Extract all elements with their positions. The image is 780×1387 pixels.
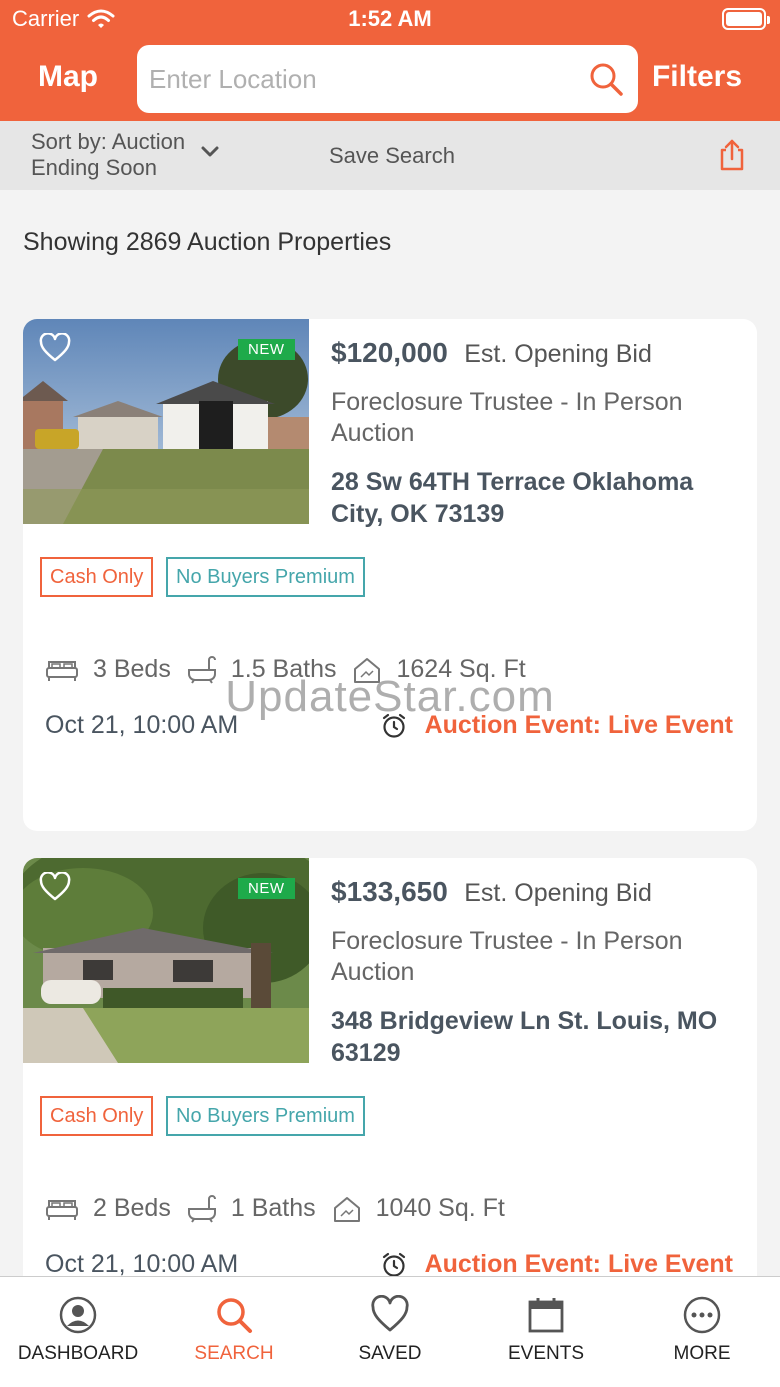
baths-spec: 1 Baths <box>187 1194 316 1223</box>
more-icon <box>683 1296 721 1334</box>
price-row: $133,650 Est. Opening Bid <box>331 876 652 908</box>
sqft-value: 1040 Sq. Ft <box>375 1194 505 1222</box>
map-button[interactable]: Map <box>38 60 98 94</box>
auction-event-label[interactable]: Auction Event: Live Event <box>425 711 733 740</box>
baths-value: 1.5 Baths <box>230 655 337 683</box>
baths-spec: 1.5 Baths <box>187 655 337 684</box>
tab-label: SEARCH <box>194 1343 274 1364</box>
tab-label: SAVED <box>358 1343 422 1364</box>
new-badge: NEW <box>238 878 295 899</box>
tab-label: MORE <box>673 1343 731 1364</box>
share-icon[interactable] <box>718 139 746 171</box>
house-area-icon <box>333 1196 360 1222</box>
results-count: Showing 2869 Auction Properties <box>23 228 392 256</box>
header-bar: Carrier 1:52 AM Map Filters <box>0 0 780 121</box>
beds-spec: 2 Beds <box>45 1194 171 1223</box>
user-circle-icon <box>59 1296 97 1334</box>
app-screen: Carrier 1:52 AM Map Filters Sort by: Auc… <box>0 0 780 1387</box>
search-icon <box>217 1298 252 1333</box>
alarm-clock-icon <box>382 713 405 738</box>
new-badge: NEW <box>238 339 295 360</box>
heart-icon[interactable] <box>39 333 71 363</box>
bed-icon <box>46 1199 78 1220</box>
property-specs: 3 Beds 1.5 Baths 1624 Sq. Ft <box>45 655 542 684</box>
auction-date: Oct 21, 10:00 AM <box>45 711 239 739</box>
calendar-icon <box>528 1298 564 1333</box>
tag-no-buyers-premium: No Buyers Premium <box>166 1096 365 1136</box>
battery-icon <box>722 8 770 30</box>
location-search-box[interactable] <box>137 45 638 113</box>
beds-value: 3 Beds <box>93 655 171 683</box>
auction-event[interactable]: Auction Event: Live Event <box>381 1250 733 1279</box>
status-time: 1:52 AM <box>348 6 432 31</box>
price: $120,000 <box>331 337 448 368</box>
tag-cash-only: Cash Only <box>40 1096 154 1136</box>
auction-type: Foreclosure Trustee - In Person Auction <box>331 927 683 986</box>
price-label: Est. Opening Bid <box>464 879 652 907</box>
tab-dashboard[interactable]: DASHBOARD <box>0 1277 156 1387</box>
auction-date: Oct 21, 10:00 AM <box>45 1250 239 1278</box>
sort-bar: Sort by: Auction Ending Soon Save Search <box>0 121 780 190</box>
price-row: $120,000 Est. Opening Bid <box>331 337 652 369</box>
search-icon[interactable] <box>588 61 624 97</box>
property-photo[interactable]: NEW <box>23 319 309 524</box>
price: $133,650 <box>331 876 448 907</box>
bathtub-icon <box>187 655 216 684</box>
chevron-down-icon[interactable] <box>200 145 220 159</box>
property-address: 28 Sw 64TH Terrace Oklahoma City, OK 731… <box>331 468 694 528</box>
property-photo[interactable]: NEW <box>23 858 309 1063</box>
property-specs: 2 Beds 1 Baths 1040 Sq. Ft <box>45 1194 521 1223</box>
auction-event[interactable]: Auction Event: Live Event <box>381 711 733 740</box>
beds-spec: 3 Beds <box>45 655 171 684</box>
property-address: 348 Bridgeview Ln St. Louis, MO 63129 <box>331 1007 718 1067</box>
sqft-spec: 1624 Sq. Ft <box>352 655 526 684</box>
heart-icon[interactable] <box>39 872 71 902</box>
tab-label: EVENTS <box>507 1343 585 1364</box>
sort-dropdown[interactable]: Sort by: Auction Ending Soon <box>31 129 206 181</box>
tab-search[interactable]: SEARCH <box>156 1277 312 1387</box>
tab-saved[interactable]: SAVED <box>312 1277 468 1387</box>
auction-event-label[interactable]: Auction Event: Live Event <box>425 1250 733 1279</box>
tab-more[interactable]: MORE <box>624 1277 780 1387</box>
bathtub-icon <box>187 1194 216 1223</box>
save-search-button[interactable]: Save Search <box>329 143 455 169</box>
alarm-clock-icon <box>382 1252 405 1277</box>
sqft-spec: 1040 Sq. Ft <box>332 1194 505 1223</box>
filters-button[interactable]: Filters <box>652 60 742 94</box>
tag-no-buyers-premium: No Buyers Premium <box>166 557 365 597</box>
tab-events[interactable]: EVENTS <box>468 1277 624 1387</box>
heart-icon <box>371 1295 409 1332</box>
tab-label: DASHBOARD <box>17 1343 139 1364</box>
house-area-icon <box>354 657 381 683</box>
baths-value: 1 Baths <box>230 1194 316 1222</box>
location-search-input[interactable] <box>149 45 569 113</box>
beds-value: 2 Beds <box>93 1194 171 1222</box>
bed-icon <box>46 660 78 681</box>
listing-card[interactable]: NEW $120,000 Est. Opening Bid Foreclosur… <box>23 319 757 831</box>
tab-bar: DASHBOARD SEARCH SAVED EVENTS MORE <box>0 1276 780 1387</box>
sqft-value: 1624 Sq. Ft <box>396 655 526 683</box>
auction-type: Foreclosure Trustee - In Person Auction <box>331 388 683 447</box>
price-label: Est. Opening Bid <box>464 340 652 368</box>
tag-cash-only: Cash Only <box>40 557 154 597</box>
